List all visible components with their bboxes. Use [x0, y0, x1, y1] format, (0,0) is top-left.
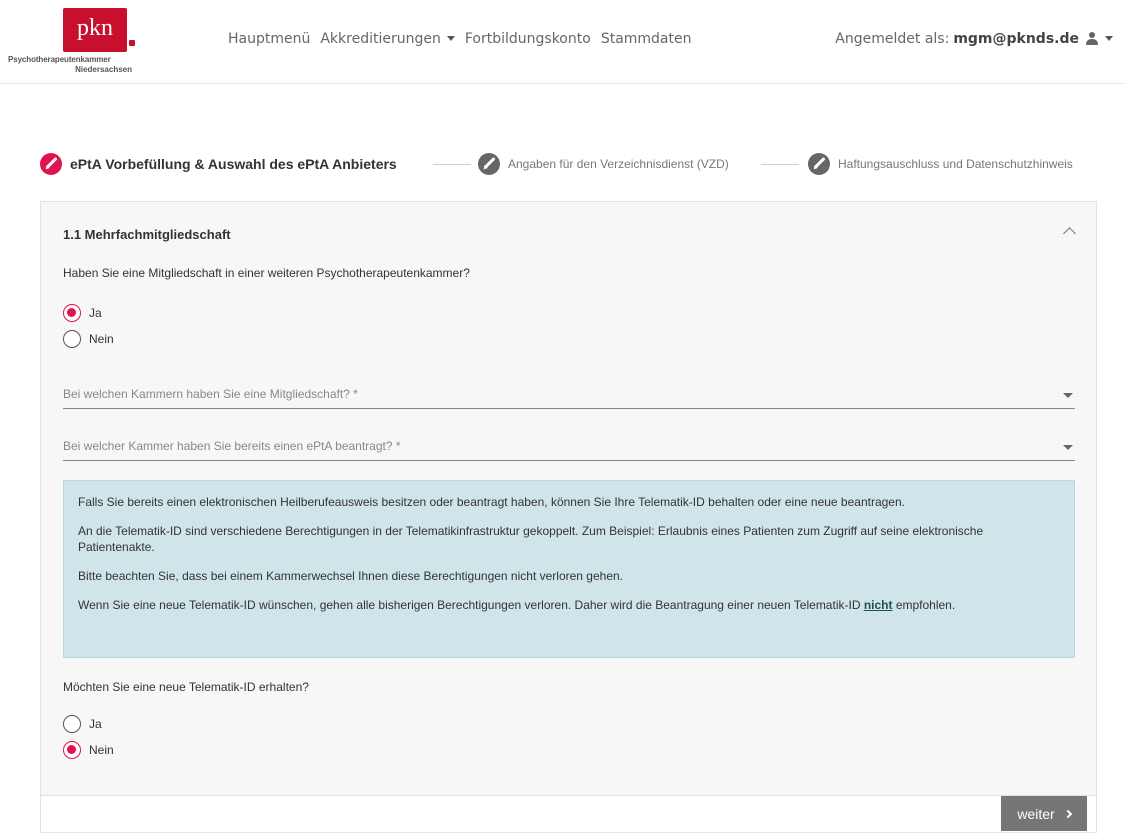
dropdown-arrow-icon	[1063, 393, 1073, 398]
user-email: mgm@pknds.de	[953, 31, 1079, 47]
nav-item-akkreditierungen[interactable]: Akkreditierungen	[320, 31, 455, 47]
card-footer: weiter	[41, 795, 1096, 832]
logo-name-line2: Niedersachsen	[75, 65, 132, 74]
radio-telematik-nein[interactable]: Nein	[63, 741, 114, 759]
radio-button[interactable]	[63, 330, 81, 348]
info-emphasis-link[interactable]: nicht	[864, 598, 893, 612]
select-label: Bei welchen Kammern haben Sie eine Mitgl…	[63, 387, 358, 401]
section-title: 1.1 Mehrfachmitgliedschaft	[63, 227, 231, 242]
dropdown-arrow-icon	[1063, 445, 1073, 450]
radio-label: Nein	[89, 743, 114, 757]
weiter-button[interactable]: weiter	[1001, 796, 1087, 831]
radio-label: Ja	[89, 717, 102, 731]
user-prefix: Angemeldet als:	[835, 31, 950, 47]
step-3[interactable]: Haftungsauschluss und Datenschutzhinweis	[808, 153, 1073, 175]
step-connector	[761, 164, 799, 165]
step-3-label: Haftungsauschluss und Datenschutzhinweis	[838, 157, 1073, 171]
logo-mark: pkn	[63, 8, 127, 52]
info-paragraph-warning: Wenn Sie eine neue Telematik-ID wünschen…	[78, 597, 1060, 613]
step-connector	[433, 164, 471, 165]
radio-button[interactable]	[63, 304, 81, 322]
wizard-stepper: ePtA Vorbefüllung & Auswahl des ePtA Anb…	[40, 153, 1105, 177]
radio-label: Nein	[89, 332, 114, 346]
pkn-logo[interactable]: pkn Psychotherapeutenkammer Niedersachse…	[8, 8, 138, 78]
pencil-icon	[478, 153, 500, 175]
chevron-right-icon	[1063, 809, 1072, 818]
select-kammern-mitgliedschaft[interactable]: Bei welchen Kammern haben Sie eine Mitgl…	[63, 381, 1075, 409]
form-card: 1.1 Mehrfachmitgliedschaft Haben Sie ein…	[40, 201, 1097, 833]
info-text: empfohlen.	[892, 598, 956, 612]
caret-down-icon	[1105, 35, 1113, 41]
main-nav: Hauptmenü Akkreditierungen Fortbildungsk…	[228, 31, 701, 47]
question-telematik: Möchten Sie eine neue Telematik-ID erhal…	[63, 680, 309, 694]
step-1[interactable]: ePtA Vorbefüllung & Auswahl des ePtA Anb…	[40, 153, 397, 175]
select-kammer-epta[interactable]: Bei welcher Kammer haben Sie bereits ein…	[63, 433, 1075, 461]
select-label: Bei welcher Kammer haben Sie bereits ein…	[63, 439, 401, 453]
radio-button[interactable]	[63, 715, 81, 733]
radio-membership-ja[interactable]: Ja	[63, 304, 102, 322]
app-header: pkn Psychotherapeutenkammer Niedersachse…	[0, 0, 1125, 84]
step-2-label: Angaben für den Verzeichnisdienst (VZD)	[508, 157, 729, 171]
radio-label: Ja	[89, 306, 102, 320]
info-paragraph: An die Telematik-ID sind verschiedene Be…	[78, 524, 984, 554]
nav-item-hauptmenue[interactable]: Hauptmenü	[228, 31, 310, 47]
user-icon	[1085, 32, 1099, 46]
weiter-label: weiter	[1017, 805, 1055, 822]
nav-item-fortbildungskonto[interactable]: Fortbildungskonto	[465, 31, 591, 47]
info-text: Wenn Sie eine neue Telematik-ID wünschen…	[78, 598, 864, 612]
pencil-icon	[40, 153, 62, 175]
logo-name-line1: Psychotherapeutenkammer	[8, 55, 111, 64]
step-2[interactable]: Angaben für den Verzeichnisdienst (VZD)	[478, 153, 729, 175]
info-paragraph: Bitte beachten Sie, dass bei einem Kamme…	[78, 569, 623, 583]
pencil-icon	[808, 153, 830, 175]
info-box: Falls Sie bereits einen elektronischen H…	[63, 480, 1075, 658]
nav-item-akkreditierungen-label: Akkreditierungen	[320, 31, 441, 47]
radio-button[interactable]	[63, 741, 81, 759]
question-membership: Haben Sie eine Mitgliedschaft in einer w…	[63, 266, 470, 280]
logo-dot	[129, 40, 135, 46]
step-1-label: ePtA Vorbefüllung & Auswahl des ePtA Anb…	[70, 156, 397, 172]
logo-mark-text: pkn	[77, 15, 113, 41]
info-paragraph: Falls Sie bereits einen elektronischen H…	[78, 495, 905, 509]
user-menu[interactable]: Angemeldet als: mgm@pknds.de	[835, 31, 1113, 47]
chevron-up-icon[interactable]	[1063, 227, 1076, 240]
radio-membership-nein[interactable]: Nein	[63, 330, 114, 348]
radio-telematik-ja[interactable]: Ja	[63, 715, 102, 733]
nav-item-stammdaten[interactable]: Stammdaten	[601, 31, 692, 47]
caret-down-icon	[446, 35, 455, 41]
